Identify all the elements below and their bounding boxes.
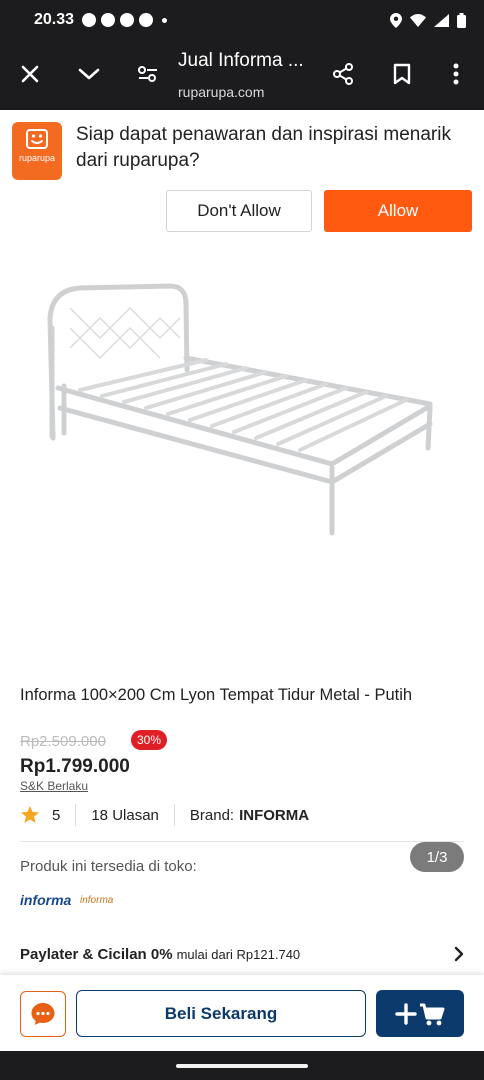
store-logo-informa[interactable]: informa [20,892,71,908]
product-title: Informa 100×200 Cm Lyon Tempat Tidur Met… [20,686,413,704]
divider [75,804,77,826]
page-settings-icon[interactable] [128,54,168,94]
wifi-icon [410,13,426,27]
chat-bubble-icon [82,13,97,27]
star-icon [21,806,39,823]
add-to-cart-icon [395,1002,445,1025]
terms-link[interactable]: S&K Berlaku [20,779,88,793]
sale-price: Rp1.799.000 [20,756,130,777]
notification-permission-prompt: ruparupa Siap dapat penawaran dan inspir… [0,110,484,238]
chat-icon [31,1003,55,1025]
discount-badge: 30% [131,730,168,750]
original-price: Rp2.509.000 [20,733,106,750]
rating-row: 5 18 Ulasan Brand: INFORMA [20,802,464,828]
bottom-action-bar: Beli Sekarang [0,975,484,1051]
close-icon[interactable] [10,54,50,94]
brand-value[interactable]: INFORMA [239,807,309,824]
section-divider [20,841,464,842]
ruparupa-logo: ruparupa [12,122,62,180]
store-logo-informa-alt[interactable]: informa [80,895,113,906]
help-icon [101,13,116,27]
buy-now-button[interactable]: Beli Sekarang [76,990,366,1037]
status-time: 20.33 [34,11,75,28]
prompt-message: Siap dapat penawaran dan inspirasi menar… [76,124,451,171]
paylater-title: Paylater & Cicilan 0% [20,945,173,963]
bookmark-icon[interactable] [382,54,422,94]
product-image-carousel[interactable]: 1/3 [0,238,484,872]
reviews-count[interactable]: 18 Ulasan [91,807,159,824]
status-bar: 20.33 [0,0,484,40]
location-icon [390,12,402,28]
more-notifications-dot [162,17,168,23]
help-icon [120,13,135,27]
help-icon [139,13,154,27]
chat-button[interactable] [20,991,66,1037]
page-title: Jual Informa ... [178,50,304,71]
browser-toolbar: Jual Informa ... ruparupa.com [0,40,484,110]
home-gesture-handle[interactable] [176,1064,308,1068]
bed-frame-image [47,283,433,536]
paylater-row[interactable]: Paylater & Cicilan 0% mulai dari Rp121.7… [20,944,464,964]
page-url: ruparupa.com [178,84,265,100]
availability-text: Produk ini tersedia di toko: [20,858,197,875]
dont-allow-button[interactable]: Don't Allow [166,190,312,232]
divider [173,804,175,826]
more-vert-icon[interactable] [436,54,476,94]
rating-value: 5 [52,806,61,824]
chevron-right-icon [454,946,464,962]
logo-brand-text: ruparupa [18,153,56,163]
brand-label: Brand: [189,806,235,824]
paylater-subtitle: mulai dari Rp121.740 [176,946,301,962]
system-nav-bar [0,1051,484,1080]
allow-button[interactable]: Allow [324,190,472,232]
signal-icon [434,13,449,27]
share-icon[interactable] [323,54,363,94]
add-to-cart-button[interactable] [376,990,464,1037]
battery-icon [457,12,466,28]
image-pager: 1/3 [410,842,464,872]
chevron-down-icon[interactable] [69,54,109,94]
